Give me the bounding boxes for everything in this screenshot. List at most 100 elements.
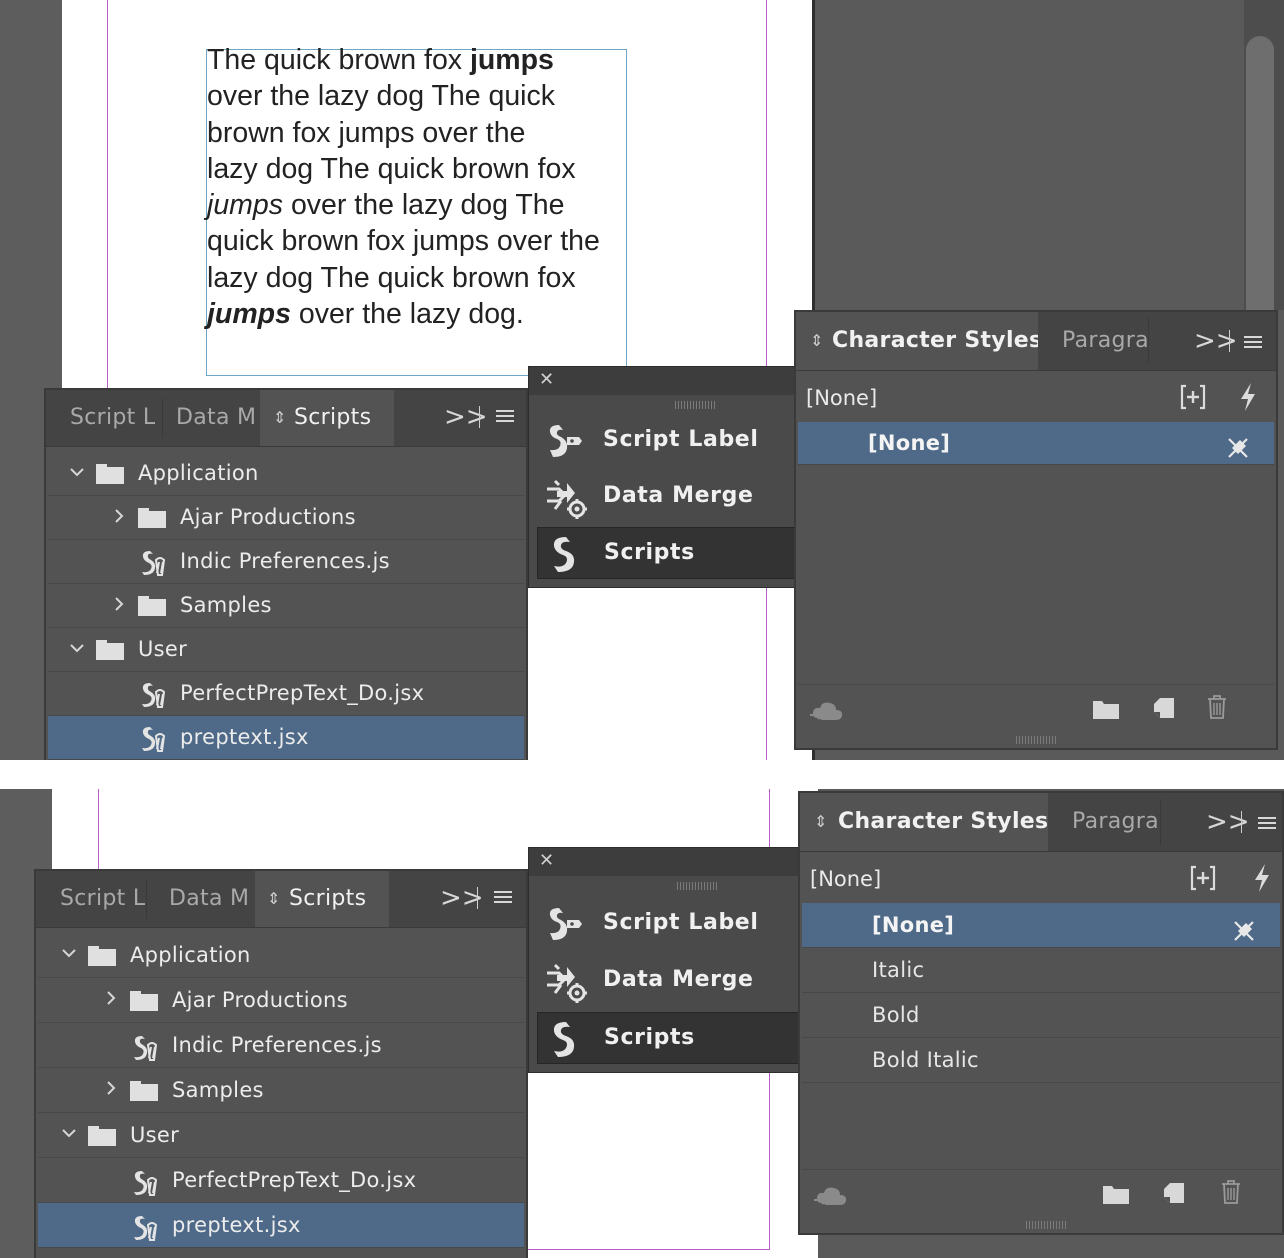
script-file-icon [138,724,168,752]
story-text[interactable]: The quick brown fox jumps over the lazy … [207,42,637,332]
cc-libraries-icon[interactable] [812,1183,850,1209]
tree-row[interactable]: PerfectPrepText_Do.jsx [38,1158,524,1203]
tree-row-label: preptext.jsx [172,1213,301,1237]
panel-shortcut-label: Scripts [604,540,695,565]
panel-overflow-icon[interactable]: >> [1206,793,1250,851]
tab-data-merge[interactable]: Data M [169,871,255,927]
chevron-right-icon[interactable] [110,496,130,538]
tab-script-label[interactable]: Script L [60,871,146,927]
data-merge-icon [545,479,587,519]
floating-panel-header[interactable]: ✕ [529,367,797,395]
resize-grip[interactable] [1026,1221,1066,1229]
tree-row[interactable]: preptext.jsx [48,716,524,760]
new-style-group-icon[interactable] [1092,698,1120,720]
tree-row[interactable]: User [48,628,524,672]
grip-handle[interactable] [675,401,715,409]
chevron-down-icon[interactable] [60,933,80,975]
chevron-right-icon[interactable] [110,584,130,626]
tree-row[interactable]: Indic Preferences.js [38,1023,524,1068]
close-icon[interactable]: ✕ [539,850,554,871]
delete-style-icon[interactable] [1220,1179,1242,1205]
tree-row-label: Indic Preferences.js [172,1033,382,1057]
style-list-item[interactable]: Italic [802,948,1280,993]
chevron-down-icon[interactable] [60,1113,80,1155]
tab-paragraph-styles[interactable]: Paragra [1062,312,1148,370]
floating-panel-header[interactable]: ✕ [529,848,799,876]
style-list-item[interactable]: Bold [802,993,1280,1038]
panel-shortcut-data-merge[interactable]: Data Merge [537,955,799,1005]
tree-row[interactable]: Samples [48,584,524,628]
tab-character-styles[interactable]: ⇕ Character Styles [796,312,1038,370]
screenshot-before: The quick brown fox jumps over the lazy … [0,0,1284,760]
panel-overflow-icon[interactable]: >> [1194,312,1238,370]
character-styles-panel: ⇕ Character Styles Paragra >> [None] [No… [798,791,1284,1235]
scripts-panel-tabbar: Script L Data M ⇕ Scripts >> [36,871,526,928]
folder-icon [138,508,166,528]
tree-row-label: PerfectPrepText_Do.jsx [180,681,425,705]
panel-shortcut-script-label[interactable]: Script Label [537,415,797,465]
tab-separator [1160,799,1161,845]
tree-row[interactable]: Ajar Productions [38,978,524,1023]
new-style-group-icon[interactable] [1102,1183,1130,1205]
script-file-icon [138,548,168,576]
char-styles-tabbar: ⇕ Character Styles Paragra >> [800,793,1282,852]
folder-icon [88,1125,116,1146]
cc-libraries-icon[interactable] [808,698,846,724]
divider [477,887,478,909]
quick-apply-icon[interactable] [1252,863,1272,893]
grip-handle[interactable] [677,882,717,890]
chevron-down-icon[interactable] [68,628,88,670]
tree-row[interactable]: Application [38,933,524,978]
script-file-icon [130,1167,160,1196]
create-new-style-icon[interactable] [1162,1181,1186,1205]
panel-menu-icon[interactable] [1258,817,1276,831]
tree-row[interactable]: Indic Preferences.js [48,540,524,584]
tree-row[interactable]: PerfectPrepText_Do.jsx [48,672,524,716]
panel-shortcut-data-merge[interactable]: Data Merge [537,471,797,521]
tree-row-label: Ajar Productions [172,988,348,1012]
quick-apply-icon[interactable] [1238,382,1258,412]
panel-overflow-icon[interactable]: >> [444,390,488,446]
tab-paragraph-styles[interactable]: Paragra [1072,793,1160,851]
tab-scripts[interactable]: ⇕ Scripts [255,871,389,927]
updown-icon: ⇕ [810,331,824,350]
folder-icon [88,945,116,966]
style-list-item[interactable]: [None] [798,422,1274,465]
tree-row-label: Ajar Productions [180,505,356,529]
tree-row[interactable]: Application [48,452,524,496]
style-list-item[interactable]: Bold Italic [802,1038,1280,1083]
chevron-right-icon[interactable] [102,978,122,1020]
chevron-right-icon[interactable] [102,1068,122,1110]
create-new-style-icon[interactable] [1152,696,1176,720]
panel-shortcut-scripts[interactable]: Scripts [537,527,797,579]
tree-row-label: preptext.jsx [180,725,309,749]
tree-row[interactable]: Ajar Productions [48,496,524,540]
tree-row[interactable]: preptext.jsx [38,1203,524,1248]
resize-grip[interactable] [1016,736,1056,744]
chevron-down-icon[interactable] [68,452,88,494]
script-file-icon [130,1032,160,1061]
tab-script-label[interactable]: Script L [70,390,156,446]
new-style-from-selection-icon[interactable] [1180,384,1206,410]
tree-row[interactable]: Samples [38,1068,524,1113]
delete-style-icon[interactable] [1206,694,1228,720]
close-icon[interactable]: ✕ [539,369,554,390]
tab-separator [146,879,147,919]
scrollbar-thumb[interactable] [1246,36,1274,326]
panel-shortcut-scripts[interactable]: Scripts [537,1012,799,1064]
tab-data-merge[interactable]: Data M [176,390,260,446]
panel-shortcut-script-label[interactable]: Script Label [537,898,799,948]
folder-icon [96,640,124,660]
new-style-from-selection-icon[interactable] [1190,865,1216,891]
panel-menu-icon[interactable] [1244,336,1262,350]
tree-row[interactable]: User [38,1113,524,1158]
scripts-icon [546,536,586,572]
style-list-item[interactable]: [None] [802,903,1280,948]
tab-scripts[interactable]: ⇕ Scripts [260,390,394,446]
folder-icon [130,990,158,1011]
panel-menu-icon[interactable] [494,891,512,905]
tab-character-styles[interactable]: ⇕ Character Styles [800,793,1048,851]
panel-menu-icon[interactable] [496,410,514,424]
style-name: [None] [868,431,951,455]
clear-overrides-icon[interactable] [1226,432,1250,475]
